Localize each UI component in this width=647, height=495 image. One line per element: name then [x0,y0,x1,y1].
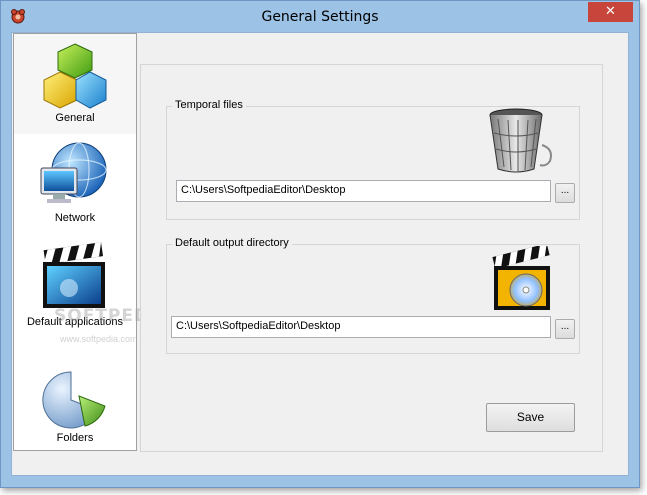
window-title: General Settings [261,9,379,25]
cubes-icon [43,43,107,109]
sidebar-item-label: Network [54,212,96,224]
temporal-files-legend: Temporal files [172,99,246,111]
recycle-bin-icon [489,108,552,173]
pie-chart-icon [42,371,106,429]
sidebar-item-general[interactable]: General [14,34,136,134]
watermark-url: www.softpedia.com [60,334,138,344]
sidebar-item-label: Folders [56,432,94,444]
title-bar[interactable]: General Settings ✕ [1,1,639,34]
output-directory-browse-button[interactable]: ... [555,319,575,339]
temporal-files-path-input[interactable]: C:\Users\SoftpediaEditor\Desktop [176,180,551,202]
sidebar-item-network[interactable]: Network [14,138,136,234]
sidebar-item-label: General [55,112,95,124]
clapperboard-disc-icon [492,246,550,310]
output-directory-legend: Default output directory [172,237,292,249]
globe-monitor-icon [40,142,107,203]
save-button[interactable]: Save [486,403,575,432]
clapperboard-icon [43,242,105,308]
sidebar: General Network Default applications SOF… [13,33,170,451]
output-directory-path-input[interactable]: C:\Users\SoftpediaEditor\Desktop [171,316,551,338]
temporal-files-browse-button[interactable]: ... [555,183,575,203]
close-button[interactable]: ✕ [588,2,633,22]
sidebar-item-folders[interactable]: Folders [14,352,136,448]
